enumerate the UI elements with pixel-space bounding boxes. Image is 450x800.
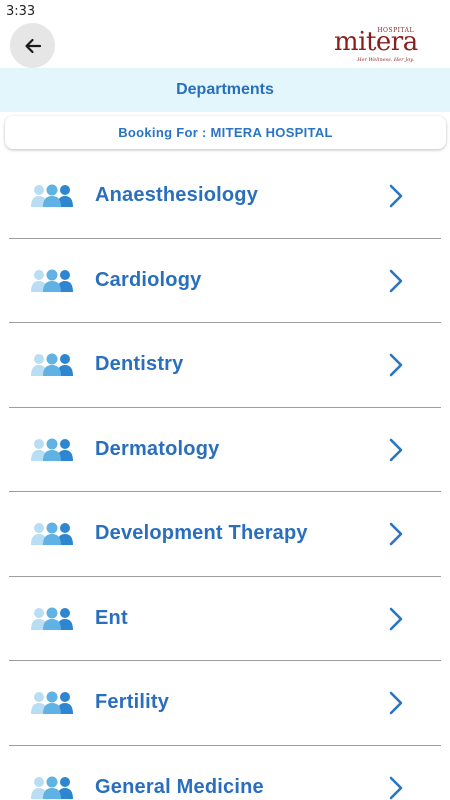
status-time: 3:33 xyxy=(6,4,36,19)
back-button[interactable] xyxy=(10,23,55,68)
booking-for-text: Booking For : MITERA HOSPITAL xyxy=(118,125,333,140)
chevron-right-icon xyxy=(389,184,403,208)
group-icon xyxy=(31,691,73,714)
title-bar: Departments xyxy=(0,68,450,112)
arrow-left-icon xyxy=(24,38,41,53)
group-icon xyxy=(31,353,73,376)
chevron-right-icon xyxy=(389,691,403,715)
department-item-dermatology[interactable]: Dermatology xyxy=(0,408,450,492)
department-name: Fertility xyxy=(95,691,170,713)
booking-card: Booking For : MITERA HOSPITAL xyxy=(5,116,446,149)
department-name: Anaesthesiology xyxy=(95,184,259,206)
hospital-logo: HOSPITAL mitera Her Wellness. Her Joy. xyxy=(334,27,418,63)
department-name: Ent xyxy=(95,606,128,629)
department-name: Development Therapy xyxy=(95,522,308,544)
app-bar: HOSPITAL mitera Her Wellness. Her Joy. xyxy=(0,22,450,68)
group-icon xyxy=(31,269,73,292)
department-name: General Medicine xyxy=(95,775,264,798)
department-name: Dermatology xyxy=(95,437,220,460)
status-bar: 3:33 xyxy=(0,0,450,22)
department-item-ent[interactable]: Ent xyxy=(0,577,450,661)
chevron-right-icon xyxy=(389,607,403,630)
chevron-right-icon xyxy=(389,269,403,292)
department-list: Anaesthesiology Cardiology Dentistry Der… xyxy=(0,154,450,800)
departments-screen: 3:33 HOSPITAL mitera Her Wellness. Her J… xyxy=(0,0,450,800)
page-title: Departments xyxy=(176,81,274,98)
group-icon xyxy=(31,184,73,207)
group-icon xyxy=(31,776,73,799)
department-item-cardiology[interactable]: Cardiology xyxy=(0,239,450,323)
department-item-anaesthesiology[interactable]: Anaesthesiology xyxy=(0,154,450,239)
chevron-right-icon xyxy=(389,522,403,546)
department-item-fertility[interactable]: Fertility xyxy=(0,661,450,746)
chevron-right-icon xyxy=(389,776,403,799)
department-item-dentistry[interactable]: Dentistry xyxy=(0,323,450,408)
group-icon xyxy=(31,607,73,630)
department-item-development-therapy[interactable]: Development Therapy xyxy=(0,492,450,577)
department-item-general-medicine[interactable]: General Medicine xyxy=(0,746,450,800)
department-name: Dentistry xyxy=(95,353,184,375)
chevron-right-icon xyxy=(389,353,403,377)
chevron-right-icon xyxy=(389,438,403,461)
department-name: Cardiology xyxy=(95,268,202,291)
logo-tagline: Her Wellness. Her Joy. xyxy=(357,57,414,63)
group-icon xyxy=(31,522,73,545)
group-icon xyxy=(31,438,73,461)
logo-name: mitera xyxy=(334,27,418,57)
